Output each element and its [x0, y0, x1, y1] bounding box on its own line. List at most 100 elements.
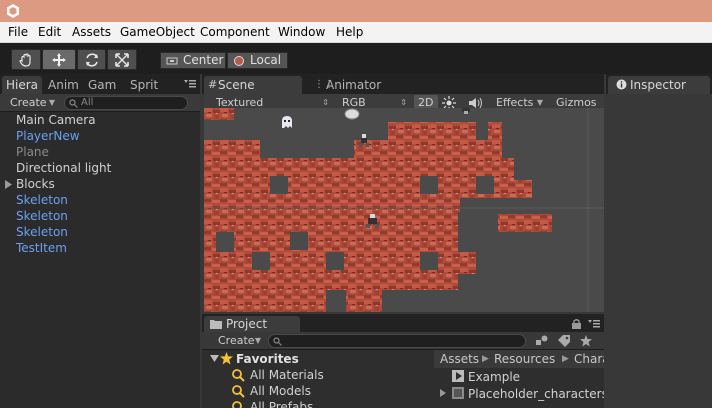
- tab-project[interactable]: Project: [204, 316, 300, 332]
- menu-assets[interactable]: Assets: [72, 25, 111, 39]
- terrain-block[interactable]: [204, 230, 458, 252]
- filter-type-icon[interactable]: [536, 335, 548, 347]
- chevron-down-icon: ▼: [254, 336, 261, 345]
- local-space-icon: [234, 56, 244, 66]
- menu-file[interactable]: File: [8, 25, 28, 39]
- hierarchy-item-skeleton[interactable]: Skeleton: [16, 208, 68, 224]
- hierarchy-item-main-camera[interactable]: Main Camera: [16, 112, 96, 128]
- pivot-center-label: Center: [183, 53, 224, 67]
- move-arrows-icon: [52, 52, 66, 67]
- menu-help[interactable]: Help: [336, 25, 363, 39]
- favorites-star-icon: [220, 352, 233, 365]
- terrain-block[interactable]: [204, 158, 514, 180]
- terrain-block[interactable]: [204, 108, 234, 120]
- hand-tool-button[interactable]: [11, 49, 41, 70]
- hierarchy-item-playernew[interactable]: PlayerNew: [16, 128, 80, 144]
- scene-asset-icon: [452, 370, 464, 382]
- hierarchy-search-input[interactable]: All: [64, 96, 188, 110]
- tab-hierarchy[interactable]: Hiera: [2, 76, 42, 94]
- terrain-block[interactable]: [354, 140, 502, 158]
- menu-bar: File Edit Assets GameObject Component Wi…: [0, 22, 712, 43]
- favorite-star-icon[interactable]: [580, 335, 592, 347]
- project-create-label: Create: [218, 334, 255, 347]
- tab-inspector[interactable]: Inspector: [608, 76, 710, 94]
- hierarchy-item-blocks[interactable]: Blocks: [16, 176, 55, 192]
- folder-icon: [210, 320, 222, 329]
- hierarchy-item-skeleton[interactable]: Skeleton: [16, 224, 68, 240]
- terrain-block[interactable]: [498, 214, 552, 232]
- terrain-hole: [216, 232, 234, 252]
- terrain-hole: [252, 252, 270, 270]
- ghost-sprite-icon[interactable]: [282, 116, 292, 128]
- hierarchy-subbar: Create ▼ All: [0, 94, 200, 112]
- terrain-hole: [476, 176, 494, 194]
- hierarchy-create-dropdown[interactable]: Create ▼: [6, 95, 58, 110]
- project-subbar: Create ▼: [202, 332, 604, 350]
- animator-icon: ⋮⋮: [314, 79, 334, 90]
- pivot-local-toggle[interactable]: Local: [227, 52, 288, 69]
- hierarchy-item-skeleton[interactable]: Skeleton: [16, 192, 68, 208]
- breadcrumb-characters[interactable]: Chara: [574, 350, 604, 368]
- menu-gameobject[interactable]: GameObject: [120, 25, 195, 39]
- sphere-object-icon[interactable]: [344, 108, 360, 120]
- menu-component[interactable]: Component: [200, 25, 270, 39]
- hierarchy-item-directional-light[interactable]: Directional light: [16, 160, 111, 176]
- scene-viewport[interactable]: [204, 108, 604, 312]
- scale-icon: [115, 52, 129, 67]
- panel-menu-icon[interactable]: [588, 320, 600, 328]
- project-panel: Project Create ▼ Favorites All Materials…: [202, 314, 604, 408]
- terrain-hole: [326, 290, 346, 312]
- info-icon: [616, 79, 627, 90]
- collapse-arrow-icon[interactable]: [210, 355, 219, 362]
- scale-tool-button[interactable]: [107, 49, 137, 70]
- terrain-hole: [326, 252, 344, 270]
- terrain-block[interactable]: [476, 122, 488, 140]
- hand-icon: [19, 52, 31, 67]
- pivot-center-toggle[interactable]: Center: [160, 52, 226, 69]
- skeleton-sprite-icon[interactable]: [462, 108, 470, 114]
- hierarchy-item-plane[interactable]: Plane: [16, 144, 49, 160]
- favorite-item-all-materials[interactable]: All Materials: [250, 367, 324, 383]
- project-search-input[interactable]: [268, 334, 526, 348]
- filter-label-icon[interactable]: [558, 335, 570, 347]
- panel-menu-icon[interactable]: [184, 80, 196, 88]
- terrain-hole: [420, 176, 438, 194]
- terrain-block[interactable]: [204, 290, 382, 312]
- lock-icon[interactable]: [572, 319, 581, 329]
- terrain-hole: [420, 252, 438, 270]
- scene-canvas[interactable]: [204, 108, 604, 312]
- tab-scene[interactable]: # Scene: [204, 76, 302, 94]
- terrain-block[interactable]: [204, 212, 458, 230]
- inspector-tab-label: Inspector: [630, 78, 686, 92]
- tab-animator[interactable]: ⋮⋮ Animator: [310, 76, 406, 94]
- favorite-item-all-prefabs[interactable]: All Prefabs: [250, 399, 313, 408]
- inspector-panel: Inspector: [606, 74, 712, 408]
- pivot-center-icon: [166, 57, 178, 65]
- menu-edit[interactable]: Edit: [38, 25, 61, 39]
- menu-window[interactable]: Window: [278, 25, 325, 39]
- asset-item-placeholder-characters[interactable]: Placeholder_charactersl: [468, 386, 604, 402]
- rotate-tool-button[interactable]: [77, 49, 106, 70]
- asset-item-example[interactable]: Example: [468, 369, 520, 385]
- breadcrumb-resources[interactable]: Resources: [494, 350, 555, 368]
- terrain-block[interactable]: [204, 198, 460, 212]
- favorite-item-all-models[interactable]: All Models: [250, 383, 311, 399]
- hierarchy-item-testitem[interactable]: TestItem: [16, 240, 67, 256]
- breadcrumb-separator-icon: ▶: [482, 354, 489, 364]
- tab-game[interactable]: Gam: [84, 76, 124, 94]
- breadcrumb-assets[interactable]: Assets: [440, 350, 479, 368]
- tab-animation[interactable]: Anim: [44, 76, 82, 94]
- expand-arrow-icon[interactable]: [440, 389, 446, 397]
- project-create-dropdown[interactable]: Create ▼: [214, 333, 264, 348]
- terrain-block[interactable]: [204, 274, 458, 290]
- favorites-header[interactable]: Favorites: [236, 351, 299, 367]
- chevron-down-icon: ▼: [48, 98, 55, 107]
- tab-sprite[interactable]: Sprit: [126, 76, 170, 94]
- terrain-hole: [290, 232, 308, 250]
- search-icon: [232, 401, 242, 408]
- move-tool-button[interactable]: [42, 49, 76, 70]
- terrain-block[interactable]: [204, 140, 260, 158]
- expand-arrow-icon[interactable]: [5, 180, 12, 189]
- search-icon: [69, 99, 78, 108]
- search-icon: [232, 385, 245, 398]
